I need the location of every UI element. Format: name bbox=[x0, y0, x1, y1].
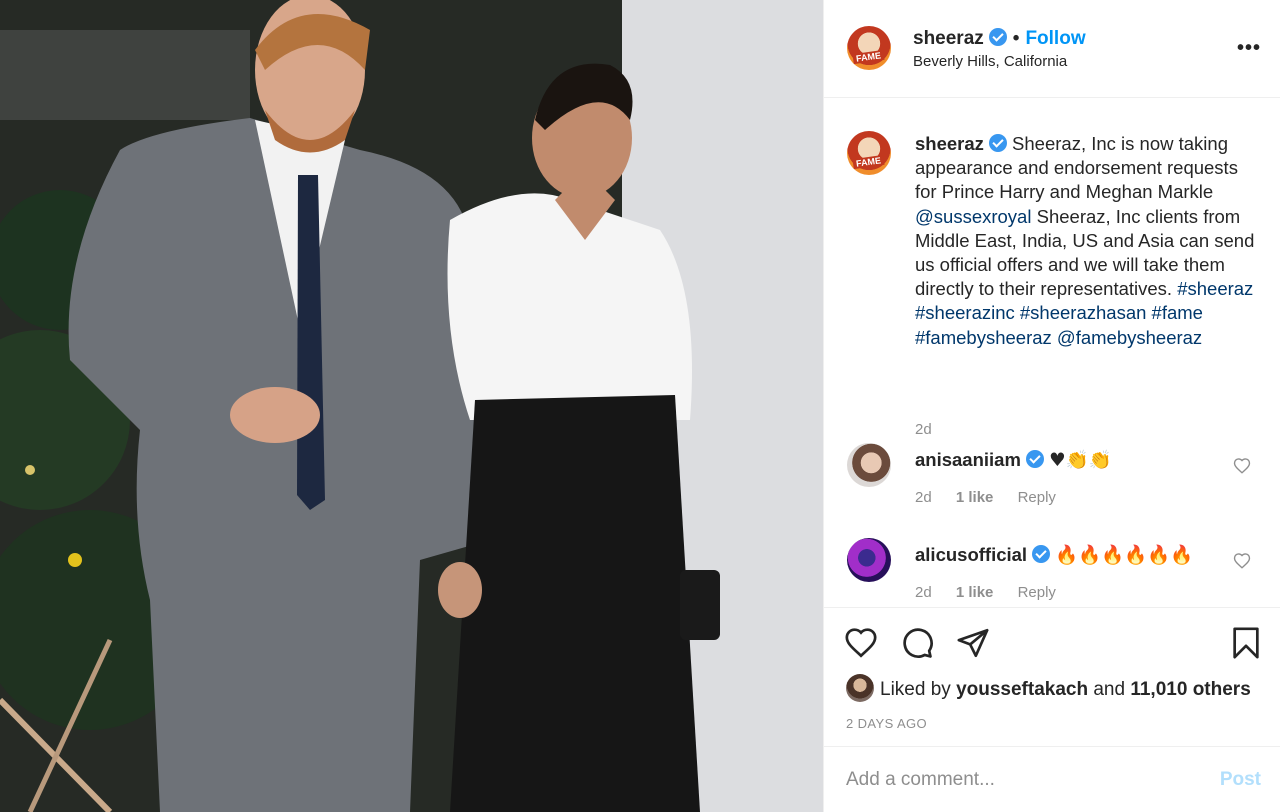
commenter-username[interactable]: anisaaniiam bbox=[915, 449, 1021, 470]
mention-link[interactable]: @sussexroyal bbox=[915, 206, 1031, 227]
header-user-row: sheeraz • Follow bbox=[913, 28, 1086, 50]
post-date: 2 DAYS AGO bbox=[846, 716, 928, 731]
liked-by-joiner: and bbox=[1093, 679, 1126, 700]
liked-by-prefix: Liked by bbox=[880, 679, 951, 700]
liked-by-summary: Liked by yousseftakach and 11,010 others bbox=[846, 674, 1251, 702]
post-location[interactable]: Beverly Hills, California bbox=[913, 53, 1067, 70]
post-photo[interactable] bbox=[0, 0, 823, 812]
bookmark-icon[interactable] bbox=[1229, 626, 1263, 660]
comment-item: anisaaniiam ♥👏👏 2d 1 like Reply bbox=[824, 443, 1280, 513]
add-comment-bar: Post bbox=[824, 746, 1280, 812]
reply-button[interactable]: Reply bbox=[1018, 584, 1056, 601]
comment-text: ♥👏👏 bbox=[1049, 450, 1112, 471]
caption-author-avatar[interactable]: FAME bbox=[847, 131, 891, 175]
verified-badge-icon bbox=[988, 28, 1007, 46]
more-options-icon[interactable]: ••• bbox=[1237, 38, 1261, 58]
add-comment-input[interactable] bbox=[846, 765, 1186, 795]
commenter-avatar[interactable] bbox=[847, 443, 891, 487]
caption-text: sheeraz Sheeraz, Inc is now taking appea… bbox=[915, 132, 1255, 350]
liker-username[interactable]: yousseftakach bbox=[956, 679, 1088, 700]
mention-link-2[interactable]: @famebysheeraz bbox=[1057, 327, 1202, 348]
caption-verified-icon bbox=[988, 134, 1007, 152]
comment-line: alicusofficial 🔥🔥🔥🔥🔥🔥 bbox=[915, 544, 1193, 566]
photo-illustration bbox=[0, 0, 823, 812]
comment-item: alicusofficial 🔥🔥🔥🔥🔥🔥 2d 1 like Reply bbox=[824, 538, 1280, 607]
post-actions: Liked by yousseftakach and 11,010 others… bbox=[824, 607, 1280, 747]
comment-meta: 2d 1 like Reply bbox=[915, 489, 1076, 506]
paper-plane-icon[interactable] bbox=[956, 626, 990, 660]
liker-avatar[interactable] bbox=[846, 674, 874, 702]
author-username[interactable]: sheeraz bbox=[913, 28, 984, 49]
post-header: FAME sheeraz • Follow Beverly Hills, Calif… bbox=[824, 0, 1280, 98]
commenter-verified-icon bbox=[1032, 545, 1051, 563]
follow-button[interactable]: Follow bbox=[1025, 28, 1085, 49]
comment-time: 2d bbox=[915, 489, 932, 506]
comment-likes[interactable]: 1 like bbox=[956, 584, 994, 601]
comment-text: 🔥🔥🔥🔥🔥🔥 bbox=[1055, 545, 1194, 566]
comment-icon[interactable] bbox=[900, 626, 934, 660]
author-avatar[interactable]: FAME bbox=[847, 26, 891, 70]
post-comment-button[interactable]: Post bbox=[1220, 769, 1261, 791]
comment-likes[interactable]: 1 like bbox=[956, 489, 994, 506]
comment-line: anisaaniiam ♥👏👏 bbox=[915, 449, 1112, 471]
comments-section[interactable]: FAME sheeraz Sheeraz, Inc is now taking … bbox=[824, 99, 1280, 607]
comment-meta: 2d 1 like Reply bbox=[915, 584, 1076, 601]
heart-icon[interactable] bbox=[844, 626, 878, 660]
caption-timestamp: 2d bbox=[915, 421, 932, 438]
commenter-verified-icon bbox=[1025, 450, 1044, 468]
header-separator: • bbox=[1012, 28, 1020, 49]
caption-username[interactable]: sheeraz bbox=[915, 133, 984, 154]
comment-heart-icon[interactable] bbox=[1233, 457, 1251, 475]
comment-time: 2d bbox=[915, 584, 932, 601]
comment-heart-icon[interactable] bbox=[1233, 552, 1251, 570]
post-side-panel: FAME sheeraz • Follow Beverly Hills, Calif… bbox=[823, 0, 1280, 812]
likes-count[interactable]: 11,010 others bbox=[1130, 679, 1250, 700]
caption-avatar-badge: FAME bbox=[852, 154, 886, 170]
commenter-username[interactable]: alicusofficial bbox=[915, 544, 1027, 565]
reply-button[interactable]: Reply bbox=[1018, 489, 1056, 506]
commenter-avatar[interactable] bbox=[847, 538, 891, 582]
avatar-badge: FAME bbox=[852, 49, 886, 65]
